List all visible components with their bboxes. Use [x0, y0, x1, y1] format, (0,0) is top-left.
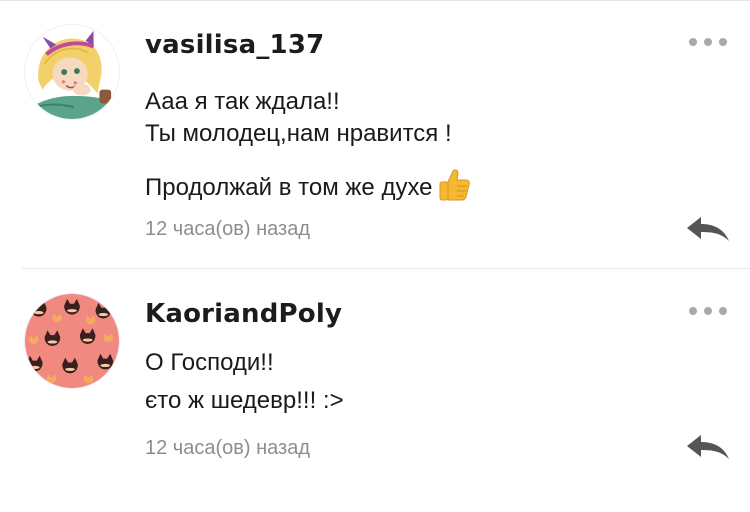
comment-text-line: Ааа я так ждала!!	[145, 88, 340, 115]
reply-icon[interactable]	[686, 434, 730, 460]
dot-icon	[719, 38, 727, 46]
dot-icon	[719, 307, 727, 315]
more-options-icon[interactable]	[689, 38, 727, 46]
comment-item: KaoriandPoly О Господи!! єто ж шедевр!!!…	[0, 269, 750, 512]
avatar[interactable]	[24, 24, 120, 120]
dot-icon	[689, 307, 697, 315]
more-options-icon[interactable]	[689, 307, 727, 315]
username[interactable]: vasilisa_137	[145, 30, 324, 60]
comment-text-line: О Господи!!	[145, 349, 274, 376]
cartoon-girl-avatar	[25, 25, 119, 119]
reply-icon[interactable]	[686, 216, 730, 242]
dot-icon	[704, 307, 712, 315]
comment-text-line: єто ж шедевр!!! :>	[145, 387, 344, 414]
comment-text-line: Ты молодец,нам нравится !	[145, 120, 452, 147]
dot-icon	[704, 38, 712, 46]
timestamp: 12 часа(ов) назад	[145, 437, 310, 459]
comment-text: Продолжай в том же духе	[145, 174, 433, 201]
comment-item: vasilisa_137 Ааа я так ждала!! Ты молоде…	[0, 0, 750, 268]
dot-icon	[689, 38, 697, 46]
avatar[interactable]	[24, 293, 120, 389]
cat-pattern-avatar	[25, 294, 119, 388]
timestamp: 12 часа(ов) назад	[145, 218, 310, 240]
comment-text-line: Продолжай в том же духе	[145, 168, 471, 202]
username[interactable]: KaoriandPoly	[145, 299, 342, 329]
thumbs-up-emoji	[439, 169, 470, 201]
